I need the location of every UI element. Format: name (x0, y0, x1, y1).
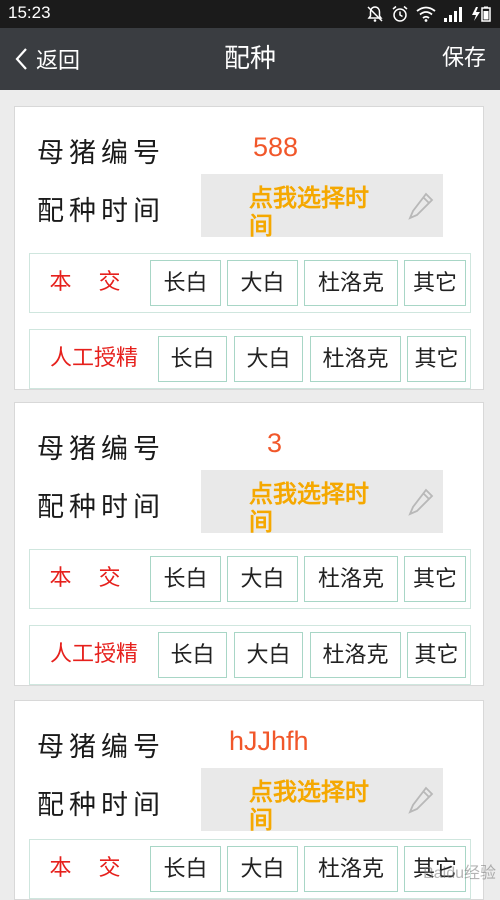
artificial-insemination-row: 人工授精 长白 大白 杜洛克 其它 (29, 329, 471, 389)
back-button[interactable]: 返回 (14, 28, 80, 90)
natural-mating-label: 本 交 (49, 566, 131, 591)
time-picker-placeholder: 点我选择时间 (249, 480, 369, 533)
breed-option-other[interactable]: 其它 (404, 260, 466, 306)
sow-number-value[interactable]: 588 (253, 132, 298, 163)
breed-option-landrace[interactable]: 长白 (158, 632, 227, 678)
pencil-icon (408, 786, 434, 814)
breed-option-large-white[interactable]: 大白 (227, 556, 298, 602)
breeding-time-label: 配种时间 (37, 492, 165, 523)
sow-number-label: 母猪编号 (37, 138, 165, 169)
natural-mating-label: 本 交 (49, 270, 131, 295)
breed-option-other[interactable]: 其它 (407, 336, 466, 382)
signal-icon (444, 7, 462, 22)
mute-icon (367, 6, 383, 22)
breed-option-duroc[interactable]: 杜洛克 (310, 336, 401, 382)
breed-option-landrace[interactable]: 长白 (150, 556, 221, 602)
pencil-icon (408, 192, 434, 220)
breed-option-duroc[interactable]: 杜洛克 (304, 556, 398, 602)
natural-mating-row: 本 交 长白 大白 杜洛克 其它 (29, 253, 471, 313)
breeding-record-card: 母猪编号 3 配种时间 点我选择时间 本 交 长白 大白 杜洛克 其它 人工授精… (14, 402, 484, 686)
natural-mating-label: 本 交 (49, 856, 131, 881)
time-picker-placeholder: 点我选择时间 (249, 778, 369, 831)
breeding-record-card: 母猪编号 588 配种时间 点我选择时间 本 交 长白 大白 杜洛克 其它 人工… (14, 106, 484, 390)
status-icons (366, 5, 492, 23)
natural-mating-row: 本 交 长白 大白 杜洛克 其它 (29, 839, 471, 899)
breed-option-landrace[interactable]: 长白 (150, 260, 221, 306)
breed-option-large-white[interactable]: 大白 (234, 336, 303, 382)
natural-mating-row: 本 交 长白 大白 杜洛克 其它 (29, 549, 471, 609)
breeding-time-picker[interactable]: 点我选择时间 (201, 768, 443, 831)
breed-option-landrace[interactable]: 长白 (150, 846, 221, 892)
breed-option-large-white[interactable]: 大白 (227, 846, 298, 892)
chevron-left-icon (15, 48, 27, 70)
artificial-insemination-row: 人工授精 长白 大白 杜洛克 其它 (29, 625, 471, 685)
artificial-insemination-label: 人工授精 (49, 642, 138, 667)
navigation-bar: 返回 配种 保存 (0, 28, 500, 90)
status-bar: 15:23 (0, 0, 500, 28)
wifi-icon (416, 6, 436, 22)
alarm-icon (392, 5, 408, 22)
breed-option-duroc[interactable]: 杜洛克 (310, 632, 401, 678)
sow-number-value[interactable]: hJJhfh (229, 726, 309, 757)
sow-number-label: 母猪编号 (37, 732, 165, 763)
save-button[interactable]: 保存 (442, 28, 486, 90)
status-time: 15:23 (8, 3, 51, 22)
baidu-watermark-logo: Baidu经验 (423, 865, 496, 882)
breeding-record-card: 母猪编号 hJJhfh 配种时间 点我选择时间 本 交 长白 大白 杜洛克 其它 (14, 700, 484, 900)
breed-option-large-white[interactable]: 大白 (234, 632, 303, 678)
breed-option-duroc[interactable]: 杜洛克 (304, 846, 398, 892)
breed-option-other[interactable]: 其它 (407, 632, 466, 678)
pencil-icon (408, 488, 434, 516)
breeding-time-label: 配种时间 (37, 196, 165, 227)
sow-number-label: 母猪编号 (37, 434, 165, 465)
breeding-time-picker[interactable]: 点我选择时间 (201, 470, 443, 533)
breeding-time-label: 配种时间 (37, 790, 165, 821)
artificial-insemination-label: 人工授精 (49, 346, 138, 371)
breed-option-large-white[interactable]: 大白 (227, 260, 298, 306)
breed-option-duroc[interactable]: 杜洛克 (304, 260, 398, 306)
breeding-time-picker[interactable]: 点我选择时间 (201, 174, 443, 237)
sow-number-value[interactable]: 3 (267, 428, 282, 459)
back-label: 返回 (36, 49, 81, 74)
breed-option-landrace[interactable]: 长白 (158, 336, 227, 382)
battery-charging-icon (472, 6, 491, 22)
breed-option-other[interactable]: 其它 (404, 556, 466, 602)
time-picker-placeholder: 点我选择时间 (249, 184, 369, 237)
